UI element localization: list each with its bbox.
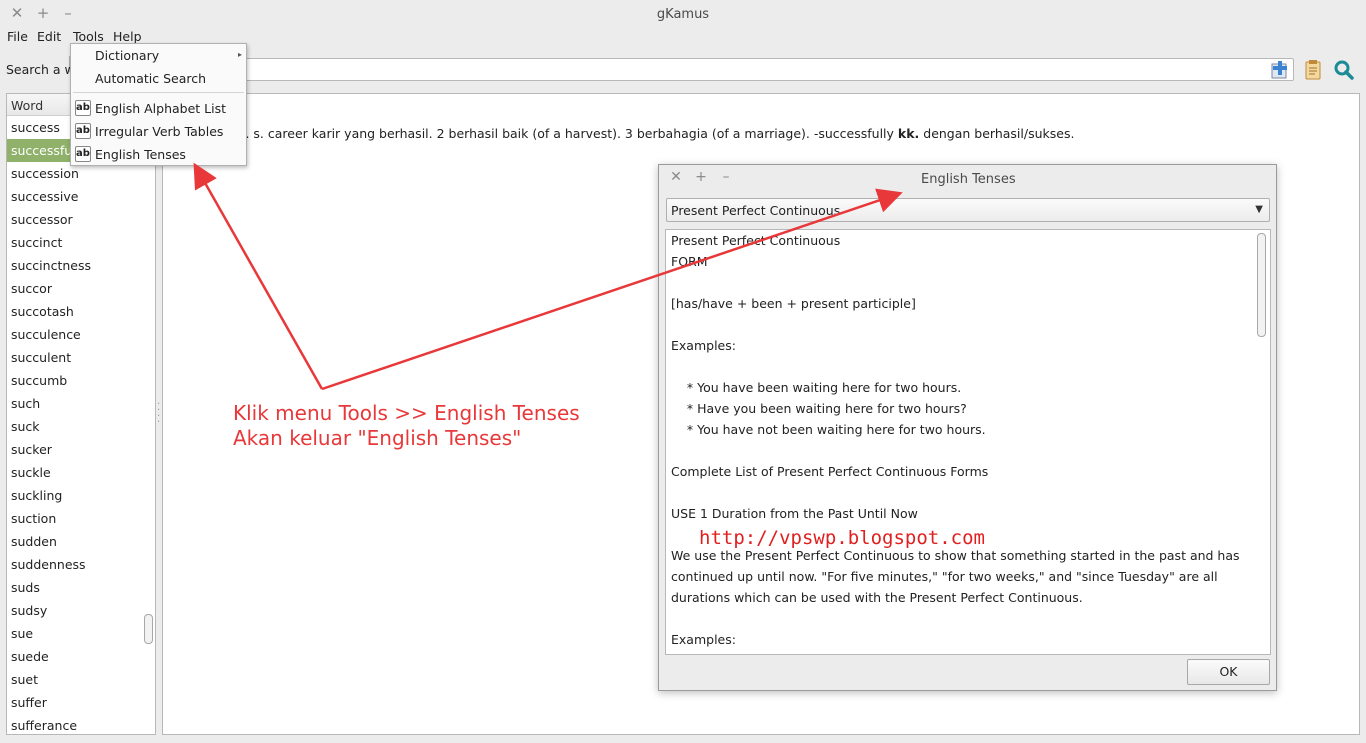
word-list-item[interactable]: such bbox=[7, 392, 143, 415]
annotation-line-1: Klik menu Tools >> English Tenses bbox=[233, 401, 580, 425]
dialog-minimize-icon[interactable]: – bbox=[719, 170, 733, 184]
menu-item-english-alphabet-list[interactable]: English Alphabet List bbox=[95, 101, 226, 116]
word-list-item[interactable]: sue bbox=[7, 622, 143, 645]
word-list-item[interactable]: suction bbox=[7, 507, 143, 530]
word-list-scrollbar[interactable] bbox=[144, 614, 153, 644]
text-line: continued up until now. "For five minute… bbox=[671, 569, 1218, 584]
word-list-item[interactable]: suckle bbox=[7, 461, 143, 484]
word-list-item[interactable]: suddenness bbox=[7, 553, 143, 576]
ab-icon: ab bbox=[75, 123, 91, 139]
menu-item-irregular-verb-tables[interactable]: Irregular Verb Tables bbox=[95, 124, 223, 139]
tense-text-view[interactable]: Present Perfect Continuous FORM [has/have … bbox=[665, 229, 1271, 655]
word-list-item[interactable]: succulence bbox=[7, 323, 143, 346]
pane-divider[interactable]: · · · · bbox=[157, 400, 160, 428]
dialog-close-icon[interactable]: ✕ bbox=[669, 170, 683, 184]
menu-file[interactable]: File bbox=[7, 29, 28, 44]
search-input[interactable] bbox=[240, 58, 1294, 81]
menu-separator bbox=[73, 92, 244, 93]
word-list-item[interactable]: succotash bbox=[7, 300, 143, 323]
word-list-item[interactable]: suds bbox=[7, 576, 143, 599]
text-line: Present Perfect Continuous bbox=[671, 233, 841, 248]
tools-menu: Dictionary ▸ Automatic Search ab English… bbox=[70, 43, 247, 166]
word-list-item[interactable]: sudden bbox=[7, 530, 143, 553]
definition-text-tail: dengan berhasil/sukses. bbox=[919, 126, 1075, 141]
watermark-url: http://vpswp.blogspot.com bbox=[699, 527, 985, 549]
menu-item-english-tenses[interactable]: English Tenses bbox=[95, 147, 186, 162]
dialog-title: English Tenses bbox=[921, 172, 1016, 187]
submenu-arrow-icon: ▸ bbox=[237, 50, 242, 59]
word-list-item[interactable]: suckling bbox=[7, 484, 143, 507]
word-list-item[interactable]: sudsy bbox=[7, 599, 143, 622]
word-list-item[interactable]: suede bbox=[7, 645, 143, 668]
text-line: durations which can be used with the Pre… bbox=[671, 590, 1083, 605]
text-line: We use the Present Perfect Continuous to… bbox=[671, 548, 1240, 563]
word-list-item[interactable]: suck bbox=[7, 415, 143, 438]
word-list-item[interactable]: succinctness bbox=[7, 254, 143, 277]
text-line: Examples: bbox=[671, 632, 736, 647]
search-label: Search a w bbox=[6, 62, 75, 77]
definition-bold: kk. bbox=[897, 126, 920, 141]
word-list-item[interactable]: successor bbox=[7, 208, 143, 231]
ok-button[interactable]: OK bbox=[1187, 659, 1270, 685]
word-list-item[interactable]: succulent bbox=[7, 346, 143, 369]
menu-help[interactable]: Help bbox=[113, 29, 142, 44]
menu-tools[interactable]: Tools bbox=[73, 29, 104, 44]
menu-item-automatic-search[interactable]: Automatic Search bbox=[95, 71, 206, 86]
word-list-item[interactable]: succor bbox=[7, 277, 143, 300]
tense-select-value: Present Perfect Continuous bbox=[671, 203, 841, 218]
definition-text: l. s. career karir yang berhasil. 2 berh… bbox=[242, 126, 1074, 141]
ab-icon: ab bbox=[75, 100, 91, 116]
text-line: * You have been waiting here for two hou… bbox=[671, 380, 962, 395]
word-list-items: success successful succession successive suc… bbox=[7, 116, 155, 734]
word-list-item[interactable]: succinct bbox=[7, 231, 143, 254]
menu-edit[interactable]: Edit bbox=[37, 29, 61, 44]
word-list-item[interactable]: sucker bbox=[7, 438, 143, 461]
text-line: * You have not been waiting here for two… bbox=[671, 422, 986, 437]
definition-text-part: l. s. career karir yang berhasil. 2 berh… bbox=[242, 126, 898, 141]
tense-select[interactable]: Present Perfect Continuous ▼ bbox=[666, 198, 1270, 222]
text-line: Complete List of Present Perfect Continu… bbox=[671, 464, 989, 479]
chevron-down-icon: ▼ bbox=[1255, 204, 1263, 215]
text-line: FORM bbox=[671, 254, 708, 269]
text-line: [has/have + been + present participle] bbox=[671, 296, 916, 311]
title-bar: ✕ + – gKamus bbox=[0, 0, 1366, 28]
word-list-item[interactable]: sufferance bbox=[7, 714, 143, 734]
ab-icon: ab bbox=[75, 146, 91, 162]
clipboard-icon[interactable] bbox=[1302, 59, 1324, 81]
word-list-item[interactable]: succumb bbox=[7, 369, 143, 392]
menu-item-dictionary[interactable]: Dictionary bbox=[95, 48, 159, 63]
word-list-item[interactable]: suffer bbox=[7, 691, 143, 714]
word-list-item[interactable]: successive bbox=[7, 185, 143, 208]
word-list[interactable]: Word success successful succession successi… bbox=[6, 93, 156, 735]
text-line: USE 1 Duration from the Past Until Now bbox=[671, 506, 918, 521]
add-word-icon[interactable] bbox=[1269, 59, 1291, 81]
word-list-item[interactable]: suet bbox=[7, 668, 143, 691]
text-line: * Have you been waiting here for two hou… bbox=[671, 401, 967, 416]
search-icon[interactable] bbox=[1333, 59, 1355, 81]
english-tenses-dialog: ✕ + – English Tenses Present Perfect Con… bbox=[658, 164, 1277, 691]
window-title: gKamus bbox=[656, 7, 710, 22]
annotation-line-2: Akan keluar "English Tenses" bbox=[233, 426, 522, 450]
dialog-maximize-icon[interactable]: + bbox=[694, 170, 708, 184]
text-line: Examples: bbox=[671, 338, 736, 353]
text-view-scrollbar[interactable] bbox=[1257, 233, 1266, 337]
